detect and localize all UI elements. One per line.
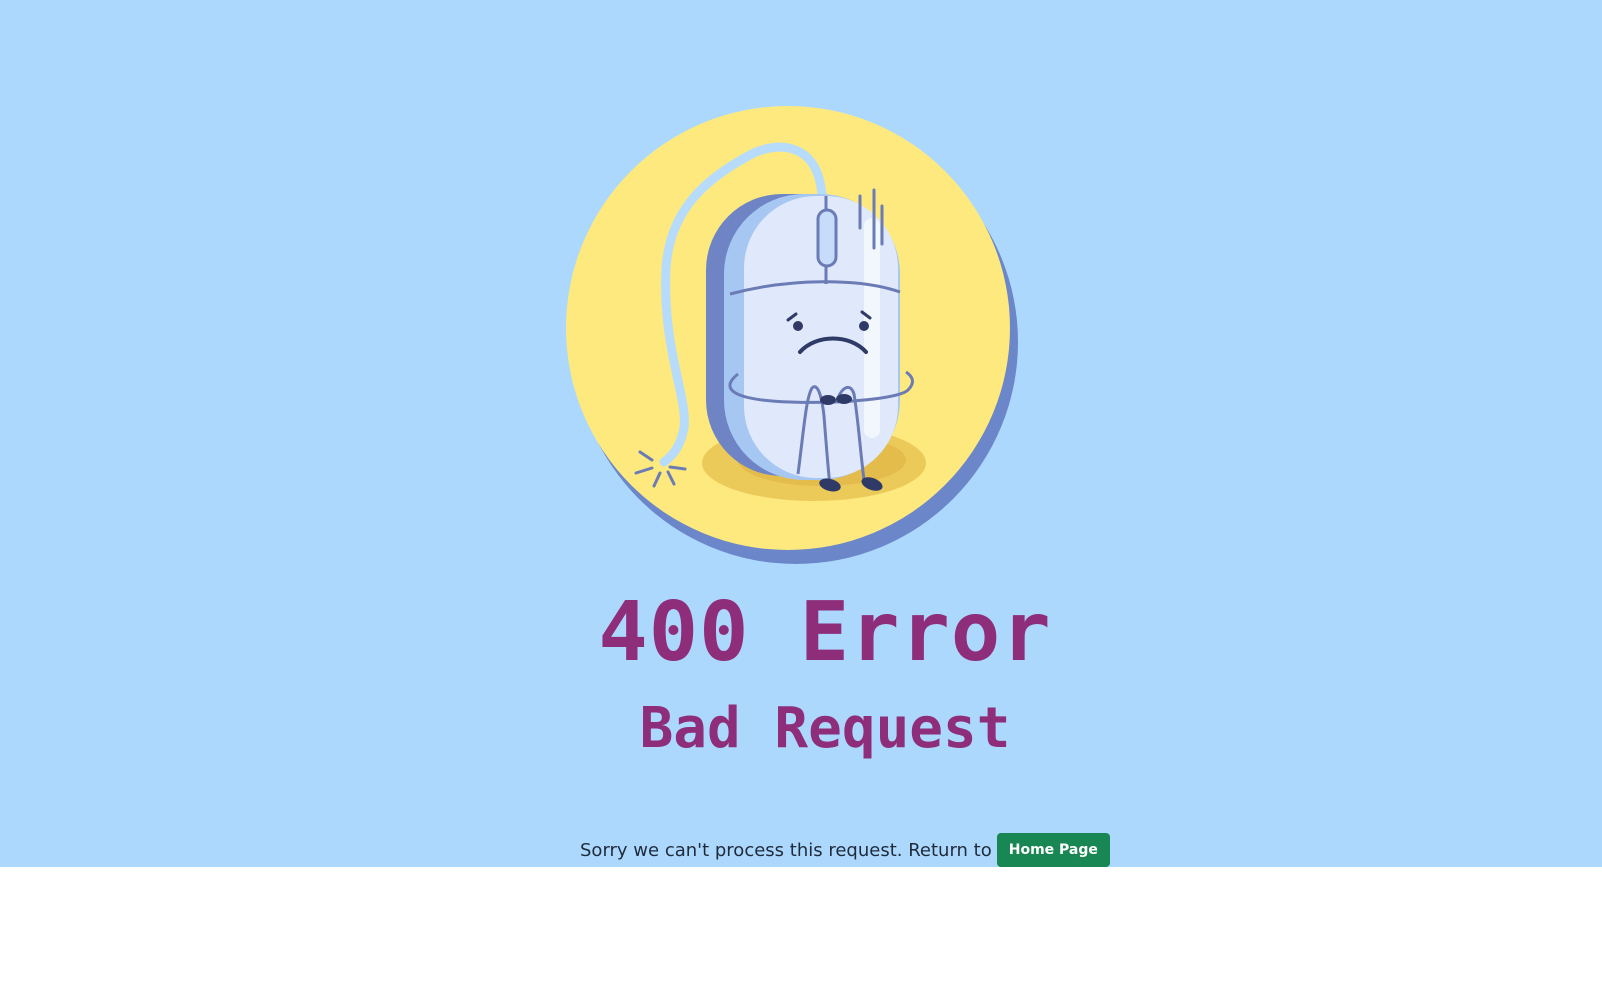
error-title-heading: Bad Request	[639, 696, 1011, 761]
error-hero: 400 Error Bad Request Sorry we can't pro…	[0, 0, 1602, 867]
sad-mouse-icon	[566, 106, 1018, 564]
error-code-heading: 400 Error	[598, 585, 1052, 680]
home-page-button[interactable]: Home Page	[996, 833, 1110, 867]
error-message-text: Sorry we can't process this request. Ret…	[580, 839, 992, 861]
error-message-row: Sorry we can't process this request. Ret…	[580, 833, 1110, 867]
